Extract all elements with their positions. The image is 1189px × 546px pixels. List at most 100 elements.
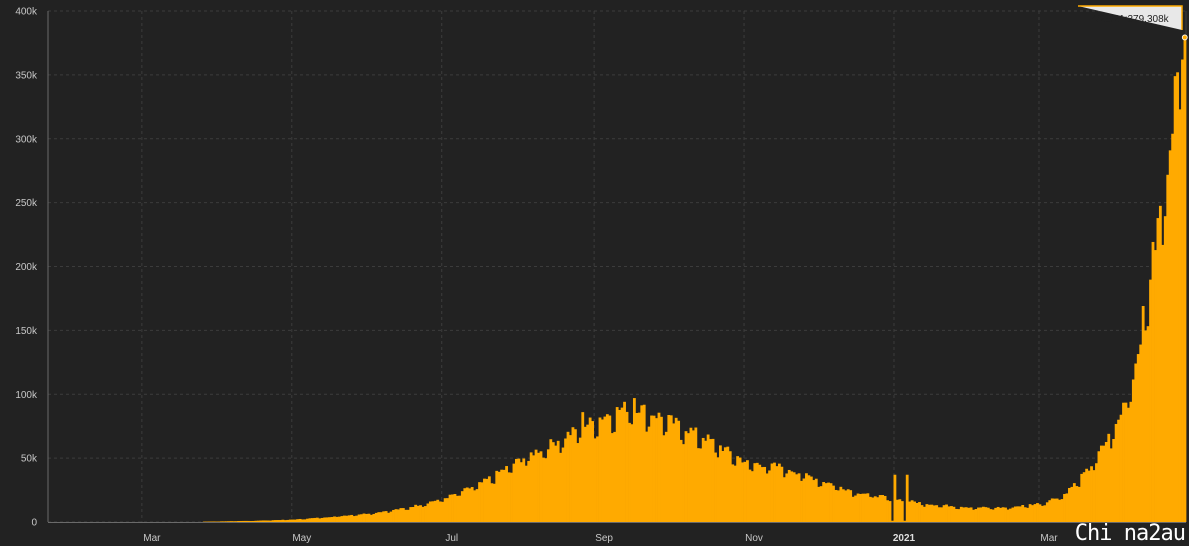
y-tick-label: 100k (15, 390, 38, 401)
bar (539, 451, 543, 522)
bar (684, 431, 688, 522)
bar (438, 501, 442, 522)
bar (224, 521, 228, 522)
bar (220, 521, 223, 522)
bar (576, 443, 580, 522)
bar (441, 501, 445, 522)
bar (1144, 330, 1148, 522)
y-tick-label: 200k (15, 262, 38, 273)
bar (1006, 509, 1010, 522)
bar (760, 467, 764, 522)
bar (458, 495, 462, 522)
bar (1099, 445, 1103, 522)
bar (596, 436, 599, 522)
bar (795, 474, 799, 522)
bar (763, 466, 767, 522)
bar (908, 501, 912, 522)
bar (1021, 505, 1025, 522)
bar (1048, 500, 1052, 522)
bar (790, 471, 794, 522)
bar (340, 516, 344, 522)
bar (379, 512, 383, 522)
bar (1072, 483, 1076, 522)
bar (886, 500, 889, 522)
bar (1082, 472, 1086, 522)
bar (709, 439, 712, 522)
bar (782, 477, 786, 522)
bar (608, 415, 612, 522)
bar (345, 515, 349, 522)
bar (409, 507, 413, 522)
bar (320, 517, 324, 522)
bar (657, 412, 661, 522)
bar (844, 490, 848, 522)
bar (864, 493, 867, 522)
bar (431, 501, 435, 522)
bar (743, 461, 747, 522)
bar (750, 471, 754, 522)
bar (1060, 499, 1064, 522)
bar (279, 520, 282, 522)
bar (222, 521, 226, 522)
bar (492, 483, 496, 522)
bar (234, 521, 238, 522)
bar (271, 520, 275, 522)
tooltip-text: 4/28/21:379.308k (1091, 14, 1169, 25)
y-axis: 0 50k 100k 150k 200k 250k 300k 350k 400k (15, 7, 49, 529)
bar (1171, 133, 1175, 522)
bar (1158, 205, 1162, 522)
bar (333, 516, 336, 522)
bar (593, 438, 597, 522)
bar (691, 430, 695, 522)
bar (913, 501, 916, 522)
bar (384, 511, 388, 522)
bar (392, 509, 395, 522)
bar (229, 521, 233, 522)
bar (421, 506, 425, 522)
bar (1055, 498, 1059, 522)
bar (662, 435, 666, 522)
y-tick-label: 150k (15, 326, 38, 337)
bar (701, 437, 705, 522)
bar (800, 480, 803, 522)
bar (905, 474, 909, 522)
bar (834, 489, 838, 522)
bar (367, 513, 371, 522)
bar (950, 506, 953, 522)
bar (559, 452, 563, 522)
bar (777, 463, 781, 522)
bar (787, 469, 791, 522)
bar (293, 519, 297, 522)
bar (903, 520, 907, 522)
bar (1058, 499, 1061, 522)
bar (731, 464, 735, 522)
bar (1104, 441, 1108, 522)
bar (451, 494, 454, 522)
bar (522, 458, 526, 522)
x-tick-label: 2021 (893, 533, 916, 544)
bar (1077, 486, 1081, 522)
bar (883, 495, 887, 522)
bar (920, 505, 924, 522)
bar (959, 506, 963, 522)
bar (372, 513, 376, 522)
bar (721, 451, 725, 522)
bar (1068, 487, 1071, 522)
bar (814, 478, 818, 522)
bar (1043, 505, 1047, 522)
bar (637, 412, 641, 522)
bar (1136, 354, 1140, 522)
bar (660, 416, 663, 522)
bar (994, 507, 998, 522)
bar (544, 458, 548, 522)
bar (603, 416, 607, 522)
bar (974, 509, 978, 522)
bar (632, 398, 636, 522)
bar (1092, 470, 1096, 522)
bar (1026, 507, 1030, 522)
bar (851, 496, 855, 522)
bar (569, 435, 572, 522)
bar (915, 502, 919, 522)
bar (723, 447, 727, 522)
bar (497, 471, 501, 522)
